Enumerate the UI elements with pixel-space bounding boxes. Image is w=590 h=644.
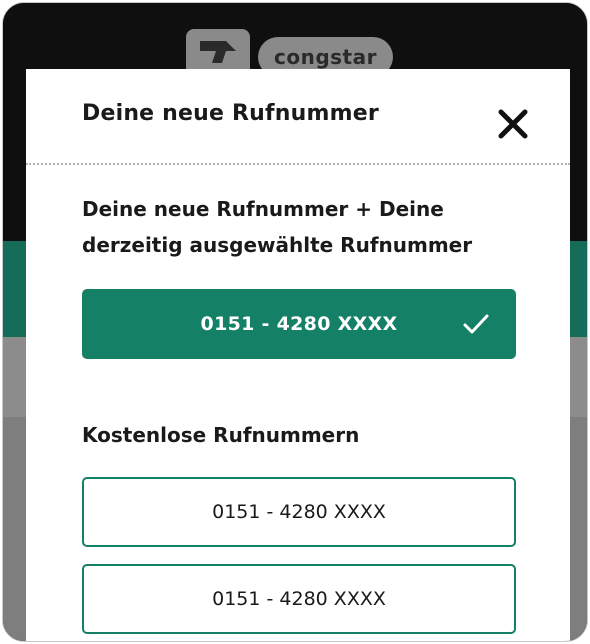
free-number-option-1[interactable]: 0151 - 4280 XXXX bbox=[82, 477, 516, 547]
selected-number-heading: Deine neue Rufnummer + Deine derzeitig a… bbox=[82, 197, 473, 257]
free-number-option-2[interactable]: 0151 - 4280 XXXX bbox=[82, 564, 516, 634]
checkmark-icon bbox=[462, 312, 490, 340]
modal-header: Deine neue Rufnummer bbox=[26, 69, 570, 165]
modal-title: Deine neue Rufnummer bbox=[82, 101, 379, 126]
close-icon bbox=[498, 109, 528, 139]
free-numbers-heading: Kostenlose Rufnummern bbox=[82, 423, 360, 447]
phone-number-modal: Deine neue Rufnummer Deine neue Rufnumme… bbox=[26, 69, 570, 641]
close-button[interactable] bbox=[496, 107, 530, 141]
selected-number-label: 0151 - 4280 XXXX bbox=[200, 313, 398, 335]
device-frame: congstar Deine neue Rufnummer Deine neue… bbox=[2, 2, 588, 642]
selected-number-button[interactable]: 0151 - 4280 XXXX bbox=[82, 289, 516, 359]
